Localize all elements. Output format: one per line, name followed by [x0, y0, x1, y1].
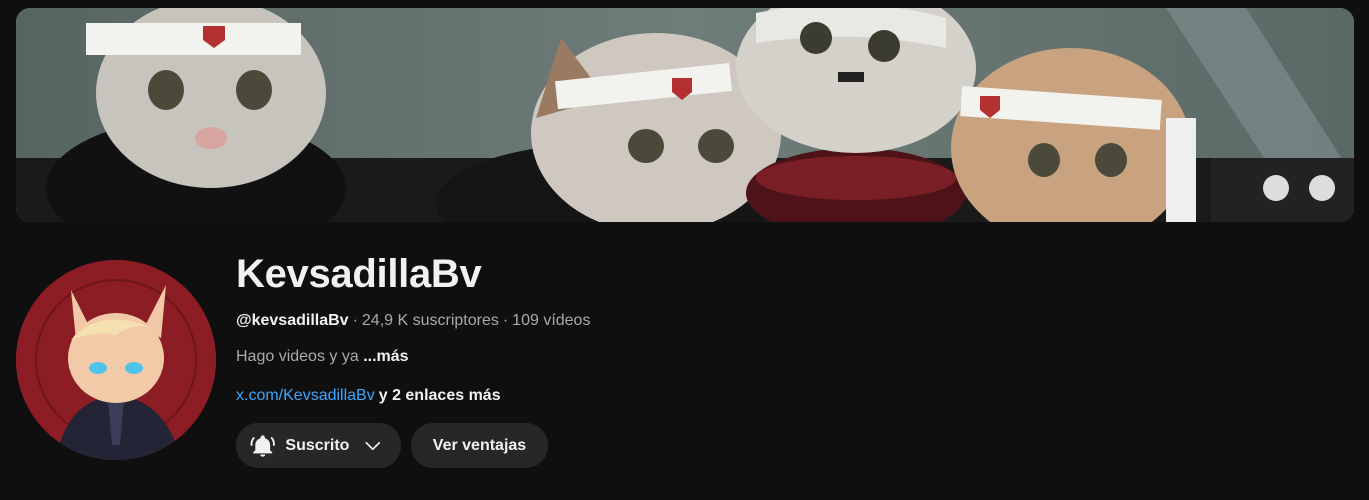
view-perks-button[interactable]: Ver ventajas — [411, 423, 548, 468]
avatar-image — [16, 260, 216, 460]
perks-label: Ver ventajas — [432, 436, 527, 454]
channel-avatar[interactable] — [16, 260, 216, 460]
amp-knobs — [1211, 158, 1354, 222]
more-button[interactable]: ...más — [363, 348, 408, 365]
subscribed-button[interactable]: Suscrito — [236, 423, 401, 468]
channel-links: x.com/KevsadillaBv y 2 enlaces más — [236, 385, 1236, 407]
channel-handle: @kevsadillaBv — [236, 312, 349, 329]
meta-separator: · — [352, 312, 358, 329]
channel-meta: @kevsadillaBv · 24,9 K suscriptores · 109 ví… — [236, 310, 1236, 332]
external-link[interactable]: x.com/KevsadillaBv — [236, 387, 375, 404]
more-links-button[interactable]: y 2 enlaces más — [379, 387, 501, 404]
meta-separator: · — [502, 312, 509, 329]
channel-info: KevsadillaBv @kevsadillaBv · 24,9 K suscri… — [236, 244, 1236, 468]
bell-ringing-icon — [250, 434, 275, 457]
channel-banner — [16, 8, 1354, 222]
banner-image — [16, 8, 1354, 222]
video-count: 109 vídeos — [512, 312, 591, 329]
channel-description[interactable]: Hago videos y ya ...más — [236, 346, 1236, 368]
chevron-down-icon — [365, 441, 381, 450]
channel-actions: Suscrito Ver ventajas — [236, 423, 1236, 468]
description-text: Hago videos y ya — [236, 348, 359, 365]
subscriber-count: 24,9 K suscriptores — [361, 312, 499, 329]
subscribed-label: Suscrito — [285, 436, 350, 454]
channel-name: KevsadillaBv — [236, 252, 482, 296]
